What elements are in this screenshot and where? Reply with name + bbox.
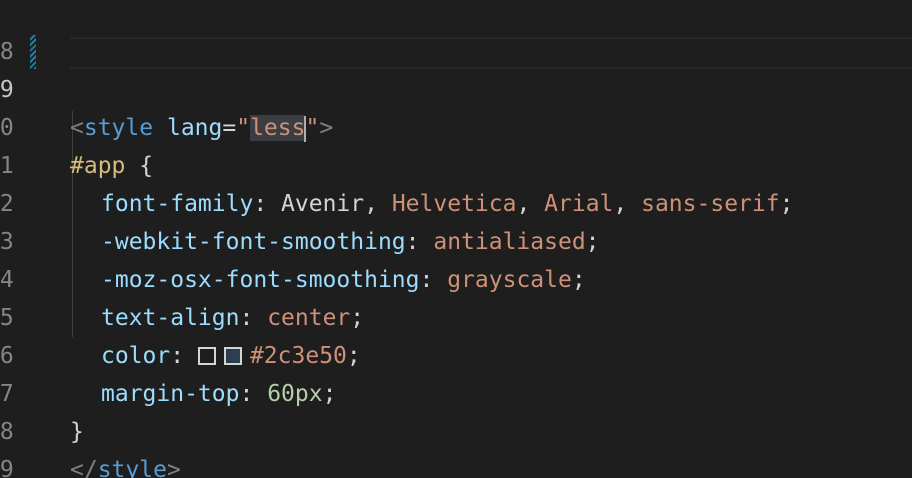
code-content: </style> <box>70 451 181 478</box>
code-line[interactable]: 24 text-align: center; <box>0 223 912 331</box>
code-line[interactable]: 22 -webkit-font-smoothing: antialiased; <box>0 147 912 255</box>
code-line[interactable]: 25 color: #2c3e50; <box>0 261 912 369</box>
code-line[interactable]: 23 -moz-osx-font-smoothing: grayscale; <box>0 185 912 293</box>
code-line[interactable]: 20 #app { <box>0 71 912 179</box>
tag-bracket: </ <box>70 457 98 478</box>
code-line[interactable]: 21 font-family: Avenir, Helvetica, Arial… <box>0 109 912 217</box>
code-line-current[interactable]: 19 <style lang="less"> <box>0 33 912 142</box>
code-line[interactable]: 28 </style> <box>0 375 912 478</box>
code-editor[interactable]: 18 19 <style lang="less"> 20 #app { 21 f… <box>0 0 912 478</box>
code-line[interactable]: 27 } <box>0 337 912 445</box>
tag-name: style <box>97 457 167 478</box>
line-number: 29 <box>0 457 14 478</box>
tag-bracket: > <box>166 457 181 478</box>
code-line[interactable]: 26 margin-top: 60px; <box>0 299 912 407</box>
code-line[interactable]: 29 <box>0 413 912 478</box>
code-line[interactable]: 18 <box>0 0 912 65</box>
